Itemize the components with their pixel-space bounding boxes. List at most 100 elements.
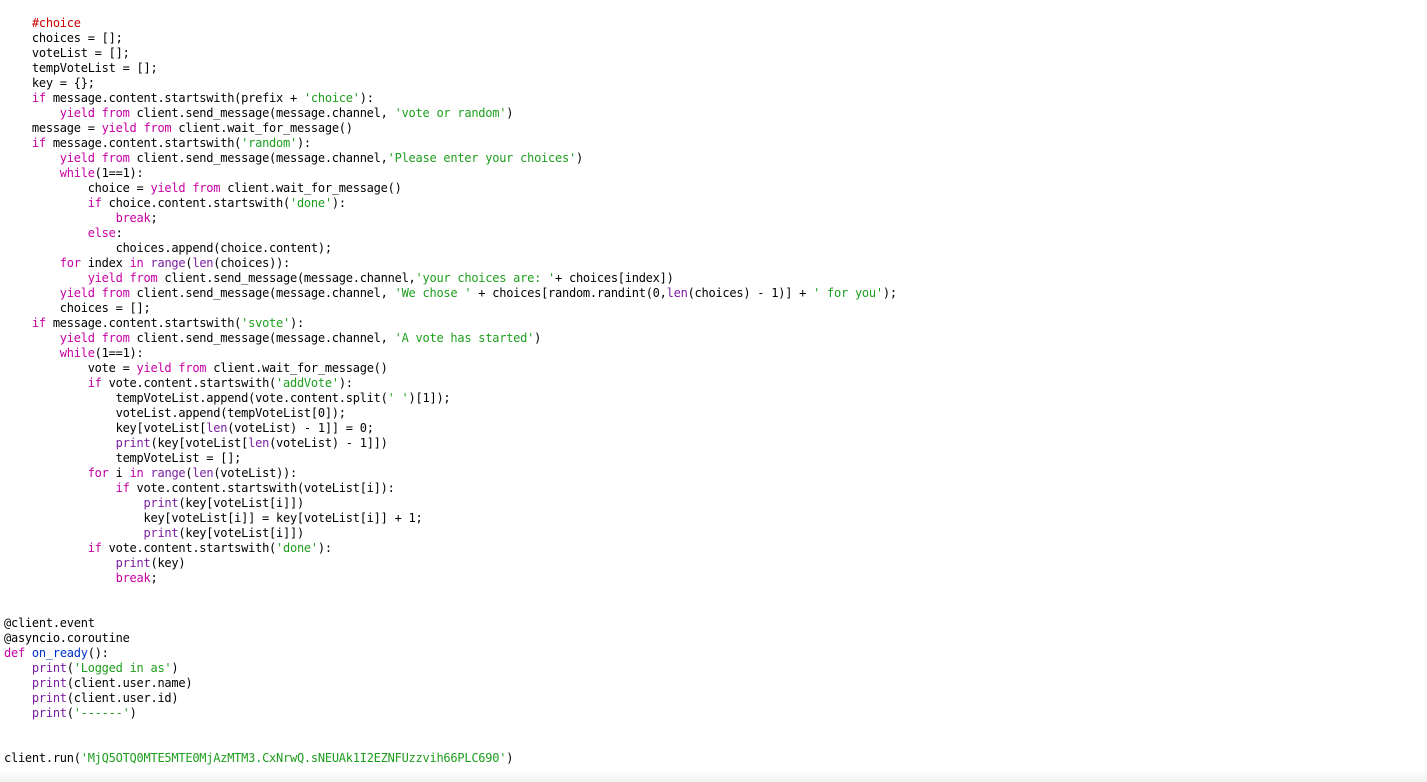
code-editor[interactable]: #choice choices = []; voteList = []; tem… <box>4 16 1424 778</box>
code-token-keyword: while <box>59 346 95 360</box>
code-token-string: 'done' <box>289 196 332 210</box>
code-token-builtin: print <box>143 526 179 540</box>
code-line: if message.content.startswith('svote'): <box>4 316 1424 331</box>
code-token-plain: ) <box>506 106 514 120</box>
code-token-builtin: print <box>31 691 67 705</box>
code-token-keyword: yield from <box>59 331 130 345</box>
code-token-keyword: yield from <box>59 106 130 120</box>
code-token-plain: ): <box>338 376 353 390</box>
code-token-plain: ; <box>150 571 158 585</box>
code-line: yield from client.send_message(message.c… <box>4 106 1424 121</box>
code-token-plain: ( <box>66 661 74 675</box>
code-token-comment: #choice <box>31 16 81 30</box>
code-token-builtin: print <box>31 706 67 720</box>
code-token-plain: tempVoteList = []; <box>4 451 242 465</box>
code-token-plain: (1==1): <box>94 166 144 180</box>
code-token-plain: key = {}; <box>4 76 95 90</box>
code-token-keyword: break <box>115 211 151 225</box>
code-line: #choice <box>4 16 1424 31</box>
code-line: print('------') <box>4 706 1424 721</box>
code-token-plain: (choices) - 1)] + <box>687 286 814 300</box>
code-token-plain: + choices[index]) <box>555 271 674 285</box>
code-token-string: '------' <box>73 706 130 720</box>
code-token-plain: client.wait_for_message() <box>220 181 402 195</box>
code-token-plain: @asyncio.coroutine <box>4 631 130 645</box>
code-token-plain: (voteList) - 1]] = 0; <box>227 421 374 435</box>
code-token-plain: index <box>80 256 130 270</box>
code-token-builtin: len <box>192 256 214 270</box>
code-token-plain: ): <box>317 541 332 555</box>
code-token-plain: client.wait_for_message() <box>206 361 388 375</box>
code-token-plain: @client.event <box>4 616 95 630</box>
code-line: choices = []; <box>4 31 1424 46</box>
code-token-string: 'choice' <box>303 91 360 105</box>
code-line: voteList = []; <box>4 46 1424 61</box>
code-token-plain: ): <box>296 136 311 150</box>
code-token-plain: ): <box>359 91 374 105</box>
code-token-plain: voteList = []; <box>4 46 130 60</box>
code-line: if message.content.startswith(prefix + '… <box>4 91 1424 106</box>
code-line: if vote.content.startswith('addVote'): <box>4 376 1424 391</box>
code-line: if vote.content.startswith('done'): <box>4 541 1424 556</box>
code-token-plain: (client.user.id) <box>66 691 179 705</box>
code-line: while(1==1): <box>4 166 1424 181</box>
code-token-plain: choices = []; <box>4 31 123 45</box>
code-line: @asyncio.coroutine <box>4 631 1424 646</box>
code-token-plain: (key[voteList[i]]) <box>178 526 304 540</box>
code-token-builtin: len <box>248 436 270 450</box>
code-token-keyword: yield from <box>136 361 207 375</box>
code-line: for i in range(len(voteList)): <box>4 466 1424 481</box>
code-token-plain: vote.content.startswith( <box>101 541 277 555</box>
code-token-keyword: yield from <box>87 271 158 285</box>
code-token-keyword: def <box>4 646 25 660</box>
code-token-string: ' ' <box>387 391 409 405</box>
code-token-keyword: in <box>129 256 144 270</box>
code-token-plain: message = <box>4 121 102 135</box>
code-line: print(client.user.name) <box>4 676 1424 691</box>
code-line: print(client.user.id) <box>4 691 1424 706</box>
code-token-plain: choice = <box>4 181 151 195</box>
code-line: for index in range(len(choices)): <box>4 256 1424 271</box>
code-token-plain: : <box>115 226 123 240</box>
code-token-keyword: yield from <box>59 286 130 300</box>
code-token-plain: message.content.startswith( <box>45 316 242 330</box>
code-token-string: 'your choices are: ' <box>415 271 556 285</box>
code-line: key = {}; <box>4 76 1424 91</box>
code-token-plain: client.wait_for_message() <box>171 121 353 135</box>
code-token-string: ' for you' <box>813 286 883 300</box>
code-token-plain: message.content.startswith( <box>45 136 242 150</box>
code-token-string: 'Please enter your choices' <box>387 151 577 165</box>
code-line: print('Logged in as') <box>4 661 1424 676</box>
code-token-keyword: if <box>115 481 130 495</box>
code-token-plain: ) <box>575 151 583 165</box>
code-token-string: 'done' <box>276 541 318 555</box>
code-token-keyword: if <box>87 376 102 390</box>
code-line: yield from client.send_message(message.c… <box>4 151 1424 166</box>
code-token-plain: (choices)): <box>213 256 291 270</box>
code-token-plain: (1==1): <box>94 346 144 360</box>
code-token-builtin: len <box>206 421 228 435</box>
code-token-string: 'MjQ5OTQ0MTE5MTE0MjAzMTM3.CxNrwQ.sNEUAk1… <box>80 751 507 765</box>
code-token-builtin: print <box>31 661 67 675</box>
code-token-plain: ) <box>534 331 542 345</box>
code-line: if message.content.startswith('random'): <box>4 136 1424 151</box>
